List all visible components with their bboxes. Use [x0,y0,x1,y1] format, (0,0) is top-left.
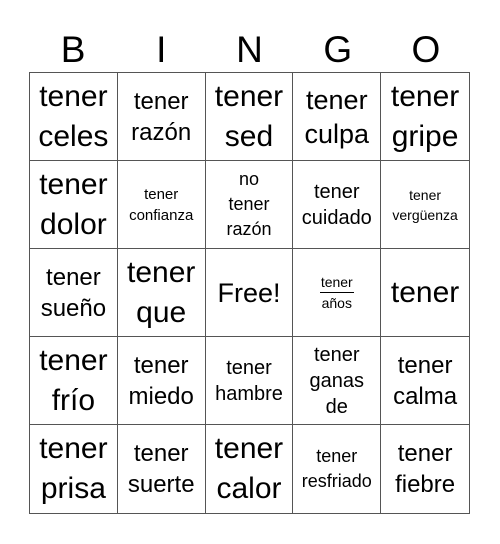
bingo-cell[interactable]: tener gripe [381,73,469,161]
cell-text: no tener razón [226,169,272,239]
cell-text: tener calma [393,351,458,410]
bingo-grid: tener celes tener razón tener sed tener … [29,72,470,514]
cell-text-line-1: tener [319,272,354,293]
bingo-cell[interactable]: tener sed [205,73,294,161]
bingo-cell[interactable]: tener calor [206,425,294,513]
cell-text: tener que [127,255,196,329]
cell-text: tener sed [214,79,284,153]
cell-text: tener suerte [127,440,195,498]
bingo-cell[interactable]: tener hambre [205,337,294,425]
bingo-cell[interactable]: tener años [293,249,382,337]
free-space[interactable]: Free! [205,249,294,337]
bingo-cell[interactable]: tener [381,249,469,337]
bingo-cell[interactable]: tener culpa [293,73,382,161]
bingo-cell[interactable]: tener miedo [117,337,206,425]
bingo-cell[interactable]: tener celes [30,73,118,161]
cell-text: tener [390,275,460,309]
cell-text: tener años [319,272,354,313]
bingo-cell[interactable]: tener dolor [30,161,118,249]
cell-text: tener calor [214,432,284,505]
cell-text: tener culpa [304,84,370,149]
bingo-cell[interactable]: tener fiebre [381,425,469,513]
bingo-cell[interactable]: tener resfriado [293,425,382,513]
cell-word-tener: tener [320,274,353,290]
cell-text: tener vergüenza [392,186,458,223]
cell-text: tener ganas de [309,343,365,418]
bingo-cell[interactable]: tener prisa [30,425,118,513]
cell-text: tener frío [39,343,108,417]
header-letter-o: O [411,29,441,70]
header-letter-n: N [236,29,263,70]
bingo-cell[interactable]: tener confianza [117,161,206,249]
bingo-header: B I N G O [29,28,470,72]
cell-text: tener gripe [390,79,460,153]
bingo-cell[interactable]: no tener razón [205,161,294,249]
cell-text: tener prisa [39,432,108,505]
header-letter-g: G [323,29,353,70]
bingo-cell[interactable]: tener cuidado [293,161,382,249]
cell-text: tener resfriado [301,446,372,491]
cell-text-line-2: años [321,295,352,311]
cell-text: tener miedo [128,351,194,410]
bingo-cell[interactable]: tener frío [30,337,118,425]
bingo-cell[interactable]: tener sueño [30,249,118,337]
bingo-cell[interactable]: tener suerte [118,425,206,513]
cell-text: tener hambre [215,356,283,405]
header-letter-b: B [60,29,86,70]
cell-text: tener cuidado [301,180,372,229]
header-letter-i: I [156,29,167,70]
free-text: Free! [217,277,281,308]
bingo-cell[interactable]: tener que [117,249,206,337]
cell-text: tener dolor [39,167,108,241]
bingo-cell[interactable]: tener razón [117,73,206,161]
cell-text: tener razón [131,87,192,146]
bingo-cell[interactable]: tener calma [381,337,469,425]
cell-text: tener fiebre [395,440,456,498]
bingo-cell[interactable]: tener ganas de [293,337,382,425]
cell-text: tener sueño [40,263,107,322]
cell-text: tener confianza [129,185,194,224]
cell-text: tener celes [38,79,109,153]
bingo-cell[interactable]: tener vergüenza [381,161,469,249]
